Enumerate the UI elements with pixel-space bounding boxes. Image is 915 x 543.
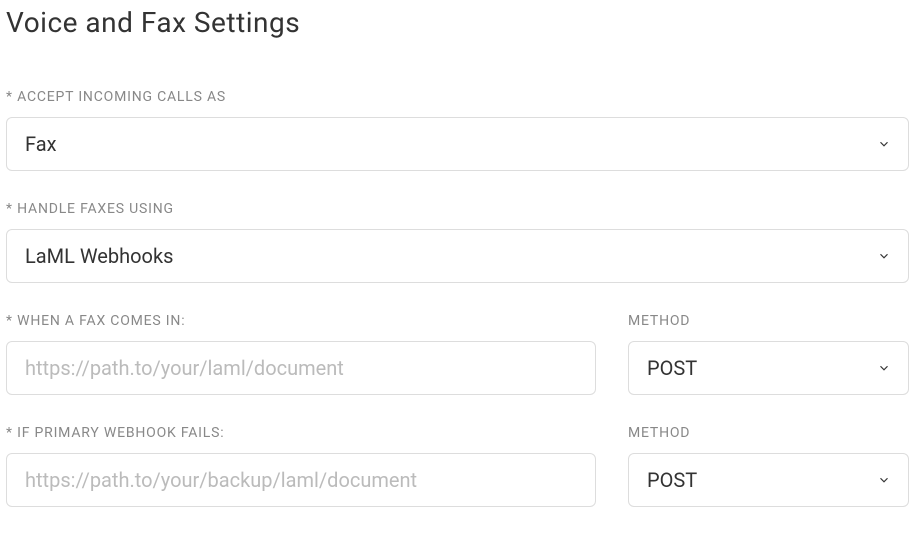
primary-method-select-wrapper: POST — [628, 341, 909, 395]
page-title: Voice and Fax Settings — [6, 6, 909, 39]
accept-incoming-select-wrapper: Fax — [6, 117, 909, 171]
primary-webhook-row: * WHEN A FAX COMES IN: METHOD POST — [6, 313, 909, 395]
fallback-webhook-input[interactable] — [6, 453, 596, 507]
primary-webhook-url-col: * WHEN A FAX COMES IN: — [6, 313, 596, 395]
accept-incoming-select[interactable]: Fax — [6, 117, 909, 171]
handle-using-select[interactable]: LaML Webhooks — [6, 229, 909, 283]
fallback-webhook-row: * IF PRIMARY WEBHOOK FAILS: METHOD POST — [6, 425, 909, 507]
accept-incoming-label: * ACCEPT INCOMING CALLS AS — [6, 89, 909, 105]
primary-method-label: METHOD — [628, 313, 909, 329]
fallback-method-col: METHOD POST — [628, 425, 909, 507]
fallback-method-label: METHOD — [628, 425, 909, 441]
primary-webhook-label: * WHEN A FAX COMES IN: — [6, 313, 596, 329]
fallback-webhook-label: * IF PRIMARY WEBHOOK FAILS: — [6, 425, 596, 441]
fallback-webhook-url-col: * IF PRIMARY WEBHOOK FAILS: — [6, 425, 596, 507]
fallback-method-select-wrapper: POST — [628, 453, 909, 507]
primary-method-select[interactable]: POST — [628, 341, 909, 395]
primary-webhook-input[interactable] — [6, 341, 596, 395]
primary-method-col: METHOD POST — [628, 313, 909, 395]
fallback-method-select[interactable]: POST — [628, 453, 909, 507]
handle-using-label: * HANDLE FAXES USING — [6, 201, 909, 217]
handle-using-select-wrapper: LaML Webhooks — [6, 229, 909, 283]
